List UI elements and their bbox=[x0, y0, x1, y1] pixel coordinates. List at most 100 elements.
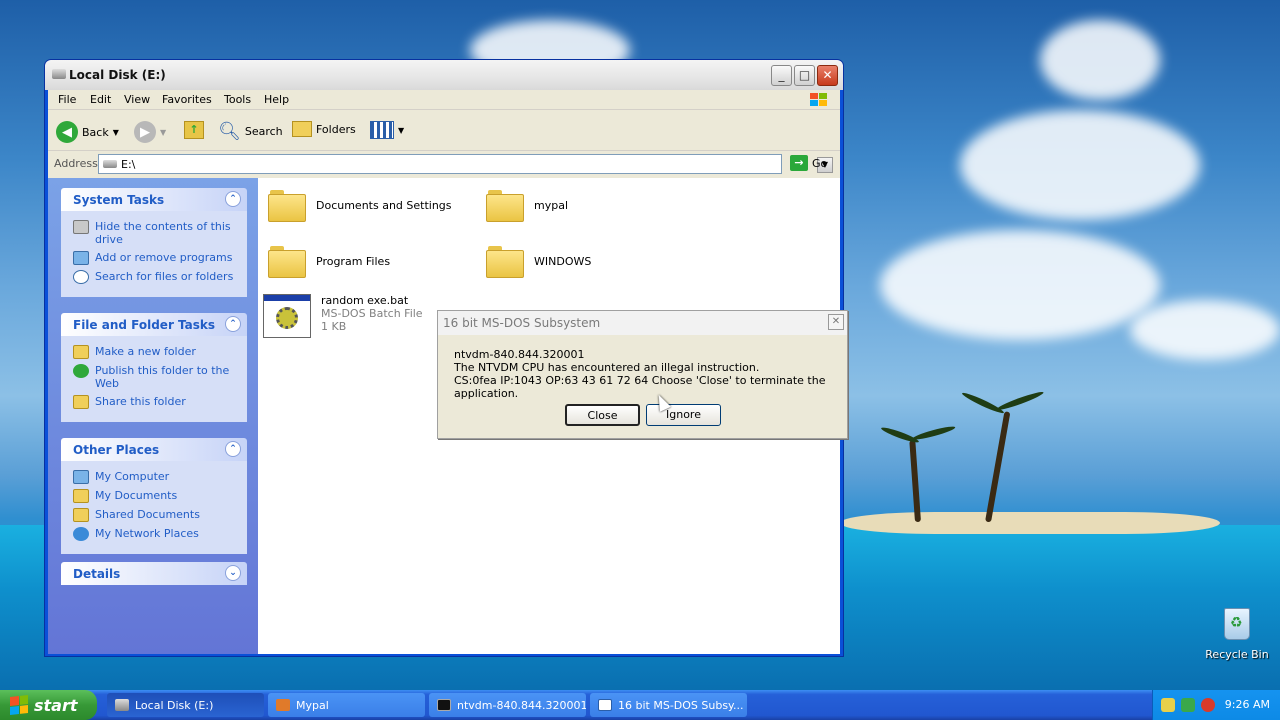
expand-icon[interactable]: ⌄ bbox=[225, 565, 241, 581]
other-places-panel: Other Places ⌃ My Computer My Documents … bbox=[61, 438, 247, 554]
task-label: Share this folder bbox=[95, 395, 186, 408]
search-button[interactable]: 🔍︎ Search bbox=[218, 121, 283, 142]
dialog-close-icon[interactable]: ✕ bbox=[828, 314, 844, 330]
cloud bbox=[960, 110, 1200, 220]
task-search-files[interactable]: Search for files or folders bbox=[73, 270, 239, 284]
dialog-line: ntvdm-840.844.320001 bbox=[454, 348, 585, 361]
clock[interactable]: 9:26 AM bbox=[1225, 698, 1270, 711]
folders-button[interactable]: Folders bbox=[292, 121, 356, 137]
task-hide-contents[interactable]: Hide the contents of this drive bbox=[73, 220, 239, 246]
collapse-icon[interactable]: ⌃ bbox=[225, 316, 241, 332]
dialog-title: 16 bit MS-DOS Subsystem bbox=[443, 316, 601, 330]
folder-name: Documents and Settings bbox=[316, 198, 452, 212]
task-label: Add or remove programs bbox=[95, 251, 233, 264]
dialog-message: ntvdm-840.844.320001 The NTVDM CPU has e… bbox=[454, 348, 847, 400]
folders-icon bbox=[292, 121, 312, 137]
recycle-bin-icon[interactable]: Recycle Bin bbox=[1205, 608, 1269, 661]
cloud bbox=[880, 230, 1160, 340]
window-titlebar[interactable]: Local Disk (E:) _ □ ✕ bbox=[45, 60, 843, 90]
menu-file[interactable]: File bbox=[58, 93, 76, 106]
task-new-folder[interactable]: Make a new folder bbox=[73, 345, 239, 359]
address-label: Address bbox=[54, 157, 98, 170]
up-folder-icon: ↑ bbox=[184, 121, 204, 139]
taskbar-button-label: Mypal bbox=[296, 698, 329, 712]
recycle-bin-label: Recycle Bin bbox=[1205, 648, 1269, 661]
chevron-down-icon: ▼ bbox=[112, 127, 119, 137]
cloud bbox=[1130, 300, 1280, 360]
views-button[interactable]: ▼ bbox=[370, 121, 404, 139]
task-publish-web[interactable]: Publish this folder to the Web bbox=[73, 364, 239, 390]
forward-button[interactable]: ▶ ▼ bbox=[134, 121, 166, 143]
tray-icon[interactable] bbox=[1181, 698, 1195, 712]
address-bar: Address E:\ ▼ → Go bbox=[48, 152, 840, 176]
minimize-button[interactable]: _ bbox=[771, 65, 792, 86]
menu-view[interactable]: View bbox=[124, 93, 150, 106]
folder-item[interactable]: WINDOWS bbox=[486, 244, 591, 278]
folder-item[interactable]: mypal bbox=[486, 188, 568, 222]
system-tasks-header[interactable]: System Tasks ⌃ bbox=[61, 188, 247, 211]
place-my-documents[interactable]: My Documents bbox=[73, 489, 239, 503]
taskbar-button-label: 16 bit MS-DOS Subsy... bbox=[618, 698, 744, 712]
folders-label: Folders bbox=[316, 122, 356, 136]
drive-icon bbox=[52, 69, 66, 79]
folder-item[interactable]: Documents and Settings bbox=[268, 188, 452, 222]
taskbar-button[interactable]: Local Disk (E:) bbox=[107, 693, 264, 717]
menu-help[interactable]: Help bbox=[264, 93, 289, 106]
task-share-folder[interactable]: Share this folder bbox=[73, 395, 239, 409]
drive-icon bbox=[115, 699, 129, 711]
address-input[interactable]: E:\ ▼ bbox=[98, 154, 833, 174]
details-header[interactable]: Details ⌄ bbox=[61, 562, 247, 585]
dialog-line: CS:0fea IP:1043 OP:63 43 61 72 64 Choose… bbox=[454, 374, 826, 400]
other-places-header[interactable]: Other Places ⌃ bbox=[61, 438, 247, 461]
search-icon bbox=[73, 270, 89, 284]
file-name: random exe.bat bbox=[321, 294, 409, 307]
task-add-remove-programs[interactable]: Add or remove programs bbox=[73, 251, 239, 265]
system-tasks-title: System Tasks bbox=[73, 193, 165, 207]
taskbar-button-label: Local Disk (E:) bbox=[135, 698, 214, 712]
taskbar-button[interactable]: ntvdm-840.844.320001 bbox=[429, 693, 586, 717]
taskbar-button[interactable]: 16 bit MS-DOS Subsy... bbox=[590, 693, 747, 717]
back-arrow-icon: ◀ bbox=[56, 121, 78, 143]
go-button[interactable]: → Go bbox=[790, 155, 827, 171]
folder-item[interactable]: Program Files bbox=[268, 244, 390, 278]
back-button[interactable]: ◀ Back ▼ bbox=[56, 121, 119, 143]
hide-icon bbox=[73, 220, 89, 234]
place-shared-documents[interactable]: Shared Documents bbox=[73, 508, 239, 522]
address-value: E:\ bbox=[121, 158, 136, 171]
other-places-title: Other Places bbox=[73, 443, 160, 457]
collapse-icon[interactable]: ⌃ bbox=[225, 191, 241, 207]
recycle-bin-graphic bbox=[1224, 608, 1250, 640]
file-item[interactable]: random exe.bat MS-DOS Batch File 1 KB bbox=[263, 294, 423, 338]
up-folder-button[interactable]: ↑ bbox=[184, 121, 204, 139]
place-my-computer[interactable]: My Computer bbox=[73, 470, 239, 484]
task-label: Hide the contents of this drive bbox=[95, 220, 231, 246]
go-arrow-icon: → bbox=[790, 155, 808, 171]
palm-leaf bbox=[960, 390, 1006, 416]
file-folder-tasks-header[interactable]: File and Folder Tasks ⌃ bbox=[61, 313, 247, 336]
console-icon bbox=[437, 699, 451, 711]
dialog-line: The NTVDM CPU has encountered an illegal… bbox=[454, 361, 760, 374]
maximize-button[interactable]: □ bbox=[794, 65, 815, 86]
menu-tools[interactable]: Tools bbox=[224, 93, 251, 106]
menu-edit[interactable]: Edit bbox=[90, 93, 111, 106]
chevron-down-icon: ▼ bbox=[160, 127, 167, 137]
start-label: start bbox=[34, 695, 78, 715]
folder-icon bbox=[268, 244, 306, 278]
folder-icon bbox=[268, 188, 306, 222]
dialog-titlebar[interactable]: 16 bit MS-DOS Subsystem ✕ bbox=[438, 311, 847, 335]
taskbar-button[interactable]: Mypal bbox=[268, 693, 425, 717]
place-network-places[interactable]: My Network Places bbox=[73, 527, 239, 541]
tray-icon[interactable] bbox=[1161, 698, 1175, 712]
file-size: 1 KB bbox=[321, 320, 347, 333]
windows-flag-icon bbox=[10, 695, 28, 715]
start-button[interactable]: start bbox=[0, 690, 97, 720]
task-label: Make a new folder bbox=[95, 345, 196, 358]
close-button[interactable]: ✕ bbox=[817, 65, 838, 86]
computer-icon bbox=[73, 470, 89, 484]
dialog-close-button[interactable]: Close bbox=[565, 404, 640, 426]
collapse-icon[interactable]: ⌃ bbox=[225, 441, 241, 457]
palm-leaf bbox=[911, 424, 957, 442]
security-shield-icon[interactable] bbox=[1201, 698, 1215, 712]
menu-favorites[interactable]: Favorites bbox=[162, 93, 212, 106]
window-icon bbox=[598, 699, 612, 711]
